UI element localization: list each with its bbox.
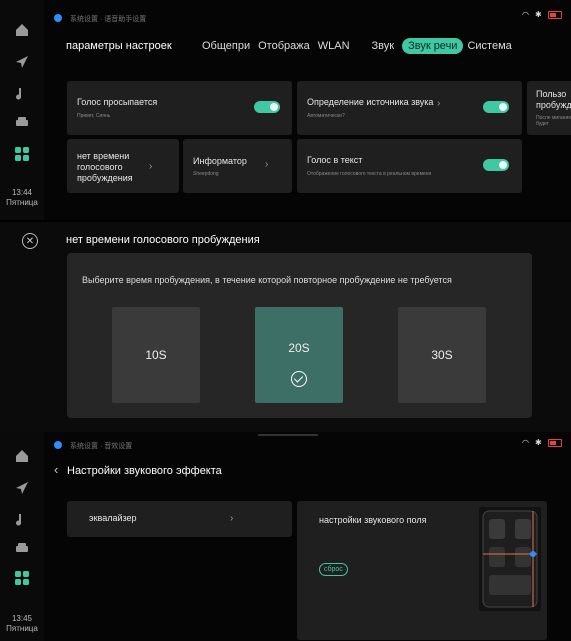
status-icons: ◠ ✱ — [522, 438, 562, 447]
card-partial[interactable]: Пользо пробужд После мигания будет — [527, 81, 571, 135]
card-no-wake-time[interactable]: нет времени голосового пробуждения › 25s — [67, 139, 179, 193]
navigation-icon[interactable] — [12, 478, 32, 498]
apps-icon[interactable] — [12, 144, 32, 164]
option-label: 10S — [145, 348, 167, 362]
chevron-right-icon: › — [230, 513, 234, 524]
close-icon[interactable]: ✕ — [22, 233, 38, 249]
equalizer-item[interactable]: эквалайзер › — [67, 501, 292, 537]
clock-day: Пятница — [6, 198, 38, 207]
car-icon[interactable] — [12, 538, 32, 558]
card-informer[interactable]: Информатор › Sheepdong — [183, 139, 292, 193]
card-subtitle: После мигания будет — [536, 115, 571, 127]
status-text: 系统设置 · 语音助手设置 — [70, 16, 147, 23]
tab-wlan[interactable]: WLAN — [318, 40, 350, 52]
card-title: Голос в текст — [307, 155, 363, 165]
check-circle-icon — [291, 371, 307, 387]
tab-voice[interactable]: Звук речи — [402, 38, 464, 54]
clock-time: 13:44 — [11, 188, 33, 197]
wifi-icon: ◠ — [522, 438, 529, 447]
music-icon[interactable] — [12, 84, 32, 104]
bluetooth-icon: ✱ — [534, 438, 542, 447]
sound-field-card: настройки звукового поля сброс — [297, 501, 547, 640]
card-title: Информатор — [193, 156, 247, 166]
reset-button[interactable]: сброс — [319, 563, 348, 576]
sidebar: 13:44 Пятница — [0, 0, 44, 220]
page-title: Настройки звукового эффекта — [67, 465, 222, 477]
option-label: 20S — [288, 341, 310, 355]
option-label: 30S — [431, 348, 453, 362]
music-icon[interactable] — [12, 510, 32, 530]
card-title: Голос просыпается — [77, 97, 158, 107]
card-title: Определение источника звука — [307, 97, 434, 107]
card-title: Пользо пробужд — [536, 89, 571, 110]
bluetooth-icon: ✱ — [534, 10, 542, 19]
card-voice-text[interactable]: Голос в текст Отображение голосового тек… — [297, 139, 522, 193]
option-20s[interactable]: 20S — [255, 307, 343, 403]
option-30s[interactable]: 30S — [398, 307, 486, 403]
assistant-dot-icon — [54, 14, 62, 22]
status-text: 系统设置 · 音效设置 — [70, 443, 133, 450]
tab-bar: Общепри Отобража WLAN Звук Звук речи Сис… — [202, 38, 520, 54]
chevron-right-icon: › — [265, 159, 269, 170]
chevron-right-icon: › — [437, 98, 441, 109]
top-handle — [258, 434, 318, 436]
dialog-prompt: Выберите время пробуждения, в течение ко… — [82, 275, 452, 285]
card-subtitle: Автоматически? — [307, 113, 345, 119]
card-voice-wake[interactable]: Голос просыпается Привет, Сиянь — [67, 81, 292, 135]
equalizer-label: эквалайзер — [89, 513, 137, 523]
clock-day: Пятница — [6, 624, 38, 633]
car-interior-diagram[interactable] — [479, 507, 541, 611]
home-icon[interactable] — [12, 446, 32, 466]
battery-icon — [547, 438, 562, 447]
navigation-icon[interactable] — [12, 52, 32, 72]
wake-time-dialog: Выберите время пробуждения, в течение ко… — [67, 253, 532, 418]
dialog-title: нет времени голосового пробуждения — [66, 234, 260, 246]
tab-sound[interactable]: Звук — [372, 40, 395, 52]
car-icon[interactable] — [12, 112, 32, 132]
sound-field-title: настройки звукового поля — [319, 515, 427, 525]
sidebar: 13:45 Пятница — [0, 432, 44, 641]
tab-general[interactable]: Общепри — [202, 40, 250, 52]
tab-display[interactable]: Отобража — [258, 40, 310, 52]
card-subtitle: Привет, Сиянь — [77, 113, 111, 119]
card-subtitle: Отображение голосового текста в реальном… — [307, 171, 432, 177]
settings-screen-voice: 13:44 Пятница 系统设置 · 语音助手设置 ◠ ✱ параметр… — [0, 0, 571, 220]
home-icon[interactable] — [12, 20, 32, 40]
option-10s[interactable]: 10S — [112, 307, 200, 403]
tab-system[interactable]: Система — [467, 40, 511, 52]
clock-time: 13:45 — [11, 614, 33, 623]
chevron-right-icon: › — [149, 161, 153, 172]
card-subtitle: 25s — [77, 177, 86, 183]
sound-effect-screen: 13:45 Пятница 系统设置 · 音效设置 ◠ ✱ ‹ Настройк… — [0, 432, 571, 641]
card-subtitle: Sheepdong — [193, 171, 219, 177]
back-icon[interactable]: ‹ — [54, 462, 58, 477]
wifi-icon: ◠ — [522, 10, 529, 19]
voice-wake-toggle[interactable] — [254, 101, 280, 113]
page-title: параметры настроек — [66, 40, 172, 52]
assistant-dot-icon — [54, 441, 62, 449]
apps-icon[interactable] — [12, 568, 32, 588]
card-sound-source[interactable]: Определение источника звука › Автоматиче… — [297, 81, 522, 135]
status-icons: ◠ ✱ — [522, 10, 562, 19]
voice-text-toggle[interactable] — [483, 159, 509, 171]
card-title: нет времени голосового пробуждения — [77, 151, 133, 183]
battery-icon — [547, 10, 562, 19]
sound-source-toggle[interactable] — [483, 101, 509, 113]
